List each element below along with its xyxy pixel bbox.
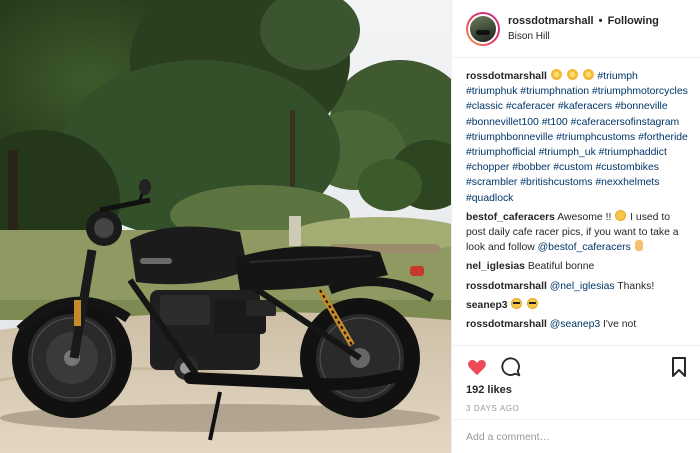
bookmark-icon[interactable] — [668, 356, 690, 378]
caption: rossdotmarshall #triumph #triumphuk #tri… — [466, 69, 690, 206]
hashtag-link[interactable]: #bobber — [512, 162, 550, 173]
caption-username[interactable]: rossdotmarshall — [466, 71, 547, 82]
hashtag-link[interactable]: #triumph_uk — [539, 147, 596, 158]
hashtag-link[interactable]: #triumphofficial — [466, 147, 536, 158]
comment-item: rossdotmarshall @nel_iglesias Thanks! — [466, 279, 690, 294]
grin-emoji — [615, 209, 627, 221]
likes-count[interactable]: 192 likes — [466, 384, 690, 396]
comment-username[interactable]: seanep3 — [466, 300, 508, 311]
hashtag-link[interactable]: #bonnevillet100 — [466, 117, 539, 128]
comment-username[interactable]: rossdotmarshall — [466, 319, 547, 330]
location-link[interactable]: Bison Hill — [508, 29, 659, 45]
comment-icon[interactable] — [500, 356, 522, 378]
hashtag-link[interactable]: #britishcustoms — [520, 177, 592, 188]
separator: • — [598, 14, 603, 27]
comment-username[interactable]: bestof_caferacers — [466, 212, 555, 223]
comment-username[interactable]: rossdotmarshall — [466, 281, 547, 292]
hashtag-link[interactable]: #triumph — [597, 71, 637, 82]
mention-link[interactable]: @bestof_caferacers — [538, 242, 631, 253]
hashtag-link[interactable]: #triumphuk — [466, 86, 517, 97]
motorcycle-photo — [0, 0, 451, 453]
instagram-post: rossdotmarshall • Following Bison Hill r… — [0, 0, 700, 453]
comment-username[interactable]: nel_iglesias — [466, 261, 525, 272]
hashtag-link[interactable]: #fortheride — [638, 132, 688, 143]
post-actions: 192 likes 3 DAYS AGO — [452, 345, 700, 413]
hashtag-link[interactable]: #triumphnation — [520, 86, 589, 97]
sunglasses-emoji — [527, 297, 539, 309]
hashtag-link[interactable]: #triumphaddict — [599, 147, 667, 158]
hashtag-link[interactable]: #caferacer — [506, 101, 555, 112]
hashtag-link[interactable]: #t100 — [542, 117, 568, 128]
heart-icon[interactable] — [466, 356, 488, 378]
author-username[interactable]: rossdotmarshall — [508, 15, 594, 27]
post-header: rossdotmarshall • Following Bison Hill — [452, 0, 700, 58]
add-comment-input[interactable] — [466, 430, 686, 443]
post-photo[interactable] — [0, 0, 451, 453]
sun-emoji — [550, 69, 562, 80]
caption-hashtags: #triumph #triumphuk #triumphnation #triu… — [466, 71, 688, 204]
post-header-text: rossdotmarshall • Following Bison Hill — [508, 13, 659, 45]
post-timestamp: 3 DAYS AGO — [466, 404, 520, 413]
hashtag-link[interactable]: #quadlock — [466, 193, 513, 204]
hashtag-link[interactable]: #triumphcustoms — [556, 132, 635, 143]
hashtag-link[interactable]: #caferacersofinstagram — [571, 117, 680, 128]
hashtag-link[interactable]: #triumphbonneville — [466, 132, 553, 143]
comment-item: nel_iglesias Beatiful bonne — [466, 259, 690, 274]
comment-item: seanep3 — [466, 297, 690, 313]
avatar[interactable] — [466, 11, 500, 46]
post-sidebar: rossdotmarshall • Following Bison Hill r… — [451, 0, 700, 453]
hashtag-link[interactable]: #chopper — [466, 162, 509, 173]
comments-list[interactable]: rossdotmarshall #triumph #triumphuk #tri… — [452, 59, 700, 345]
sun-emoji — [582, 69, 594, 80]
hashtag-link[interactable]: #classic — [466, 101, 503, 112]
hashtag-link[interactable]: #bonneville — [615, 101, 668, 112]
comment-item: rossdotmarshall @seanep3 I've not — [466, 317, 690, 332]
hashtag-link[interactable]: #nexxhelmets — [595, 177, 659, 188]
comment-text: Beatiful bonne — [527, 261, 595, 273]
comment-text: Awesome !! — [557, 211, 615, 223]
add-comment-bar — [452, 419, 700, 453]
hashtag-link[interactable]: #custombikes — [595, 162, 659, 173]
hashtag-link[interactable]: #kaferacers — [558, 101, 612, 112]
hashtag-link[interactable]: #custom — [553, 162, 592, 173]
comment-text: I've not — [600, 319, 637, 331]
post-header-line: rossdotmarshall • Following — [508, 13, 659, 29]
comment-item: bestof_caferacers Awesome !! I used to p… — [466, 209, 690, 256]
hand-emoji — [634, 240, 643, 252]
mention-link[interactable]: @seanep3 — [550, 319, 600, 330]
sunglasses-emoji — [511, 297, 523, 309]
mention-link[interactable]: @nel_iglesias — [550, 281, 615, 292]
hashtag-link[interactable]: #triumphmotorcycles — [592, 86, 688, 97]
hashtag-link[interactable]: #scrambler — [466, 177, 517, 188]
sun-emoji — [566, 69, 578, 80]
following-button[interactable]: Following — [608, 15, 659, 27]
action-icons — [466, 352, 690, 382]
comment-text: Thanks! — [614, 280, 655, 292]
